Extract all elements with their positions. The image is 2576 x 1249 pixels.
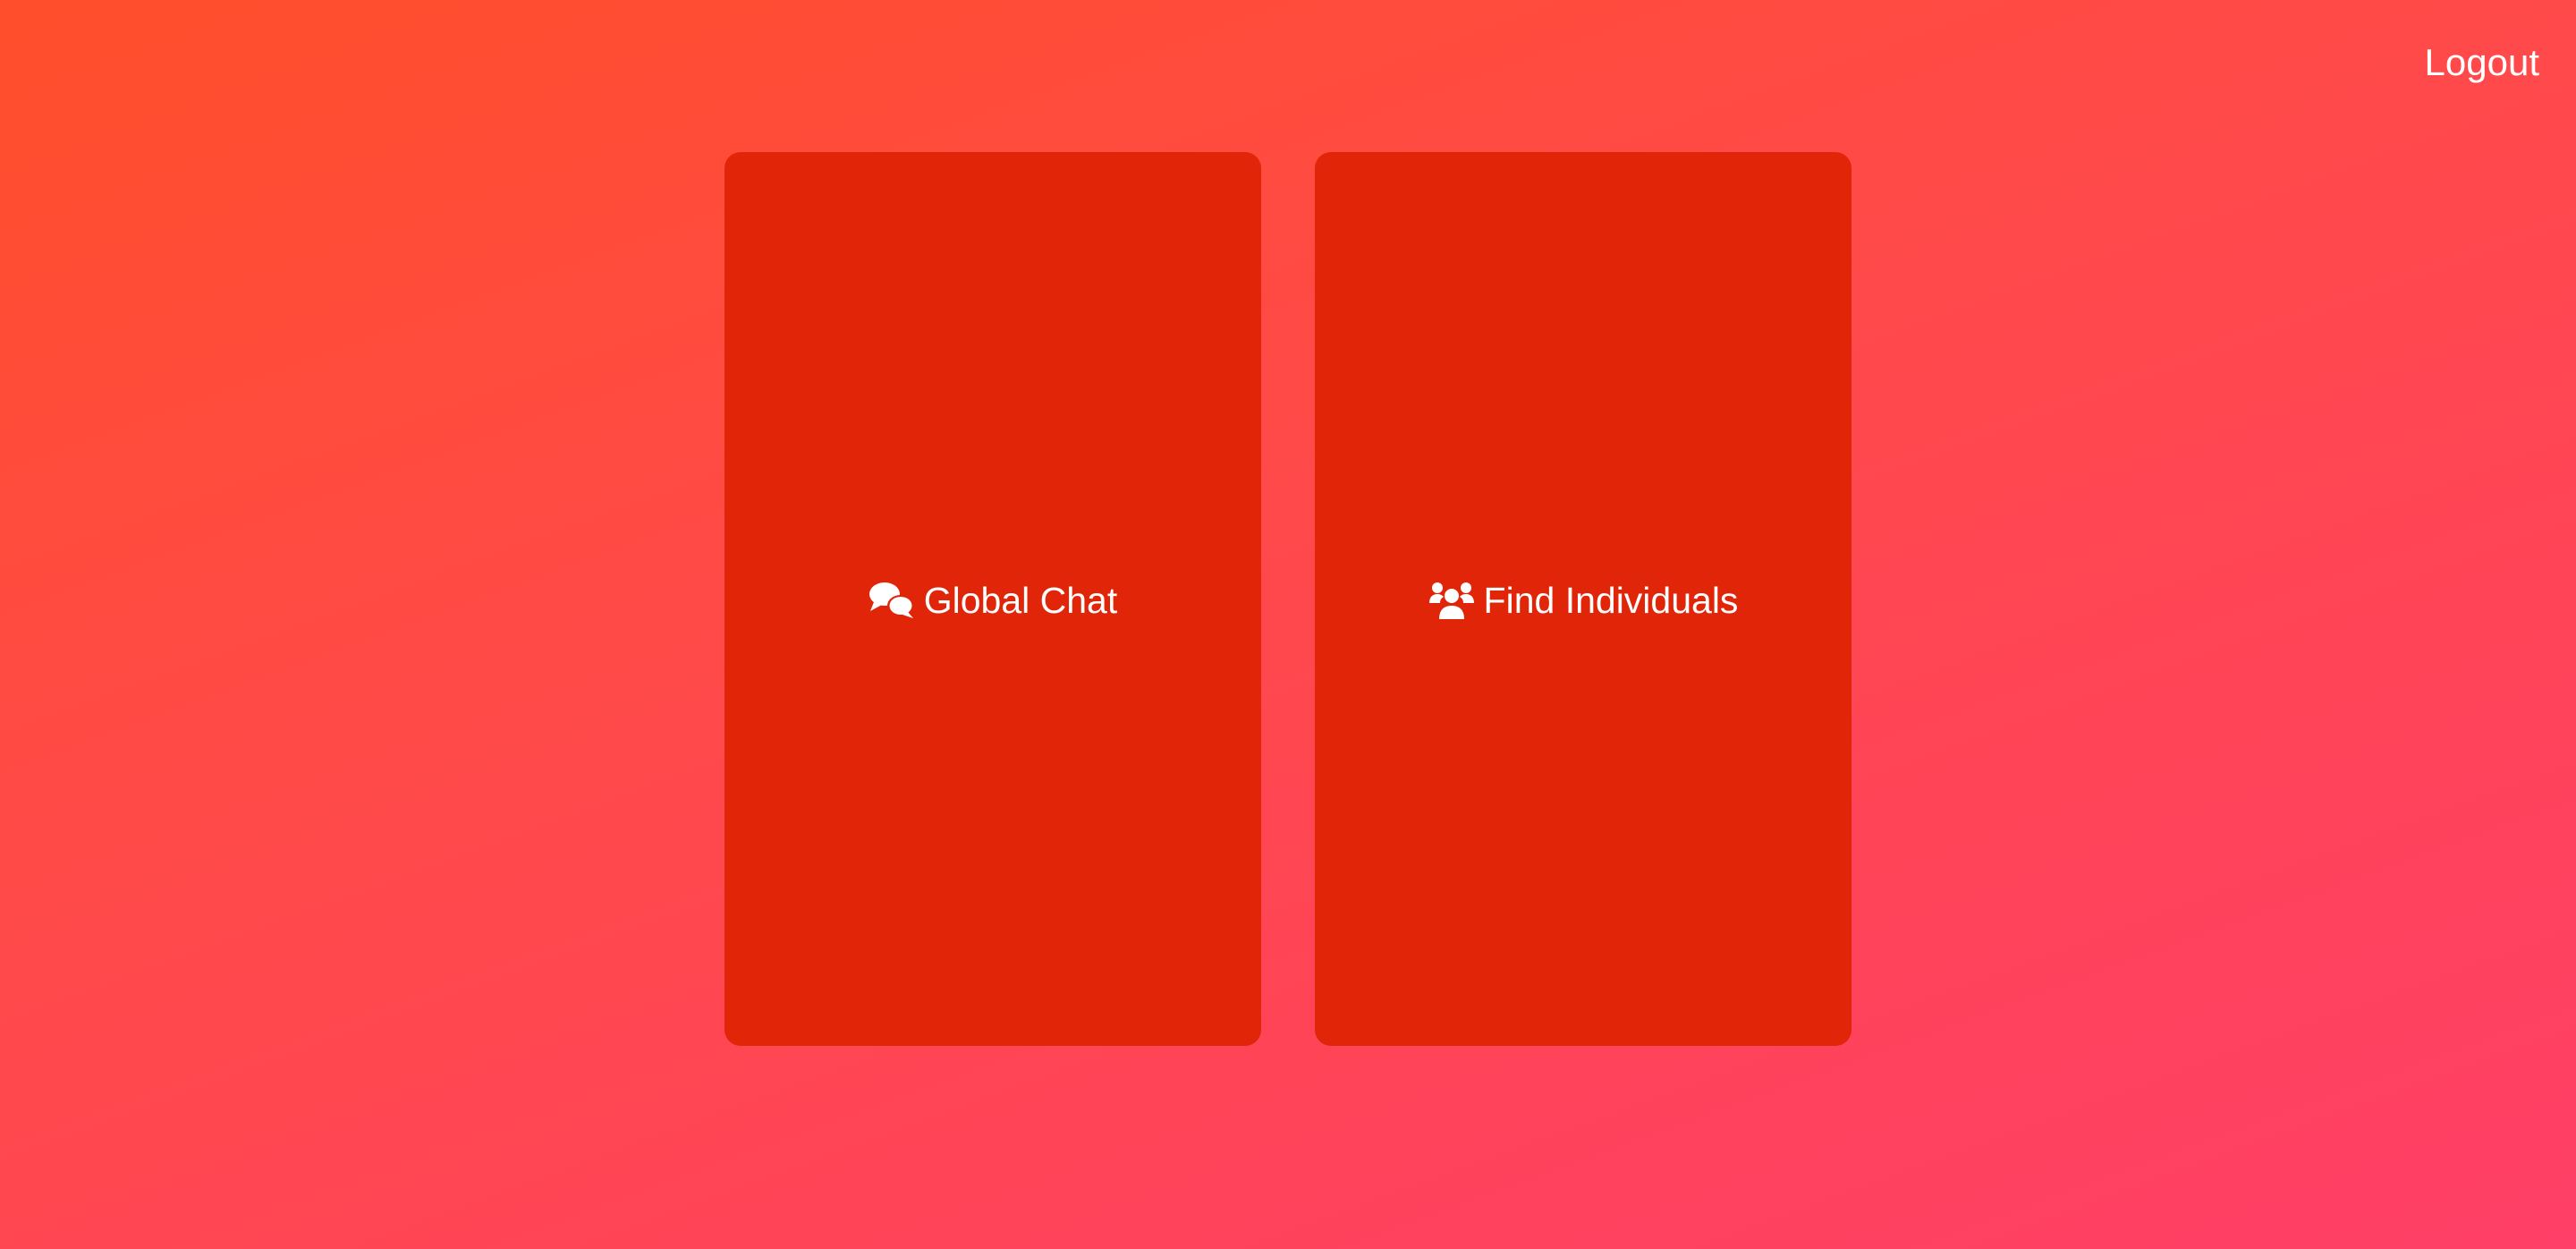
find-individuals-card[interactable]: Find Individuals <box>1315 152 1852 1046</box>
find-individuals-card-content: Find Individuals <box>1428 578 1739 623</box>
global-chat-label: Global Chat <box>923 579 1118 621</box>
global-chat-card-content: Global Chat <box>869 578 1118 623</box>
comments-icon <box>869 582 915 619</box>
find-individuals-label: Find Individuals <box>1483 579 1739 621</box>
users-icon <box>1428 582 1475 619</box>
global-chat-card[interactable]: Global Chat <box>724 152 1261 1046</box>
logout-link[interactable]: Logout <box>2425 39 2539 86</box>
